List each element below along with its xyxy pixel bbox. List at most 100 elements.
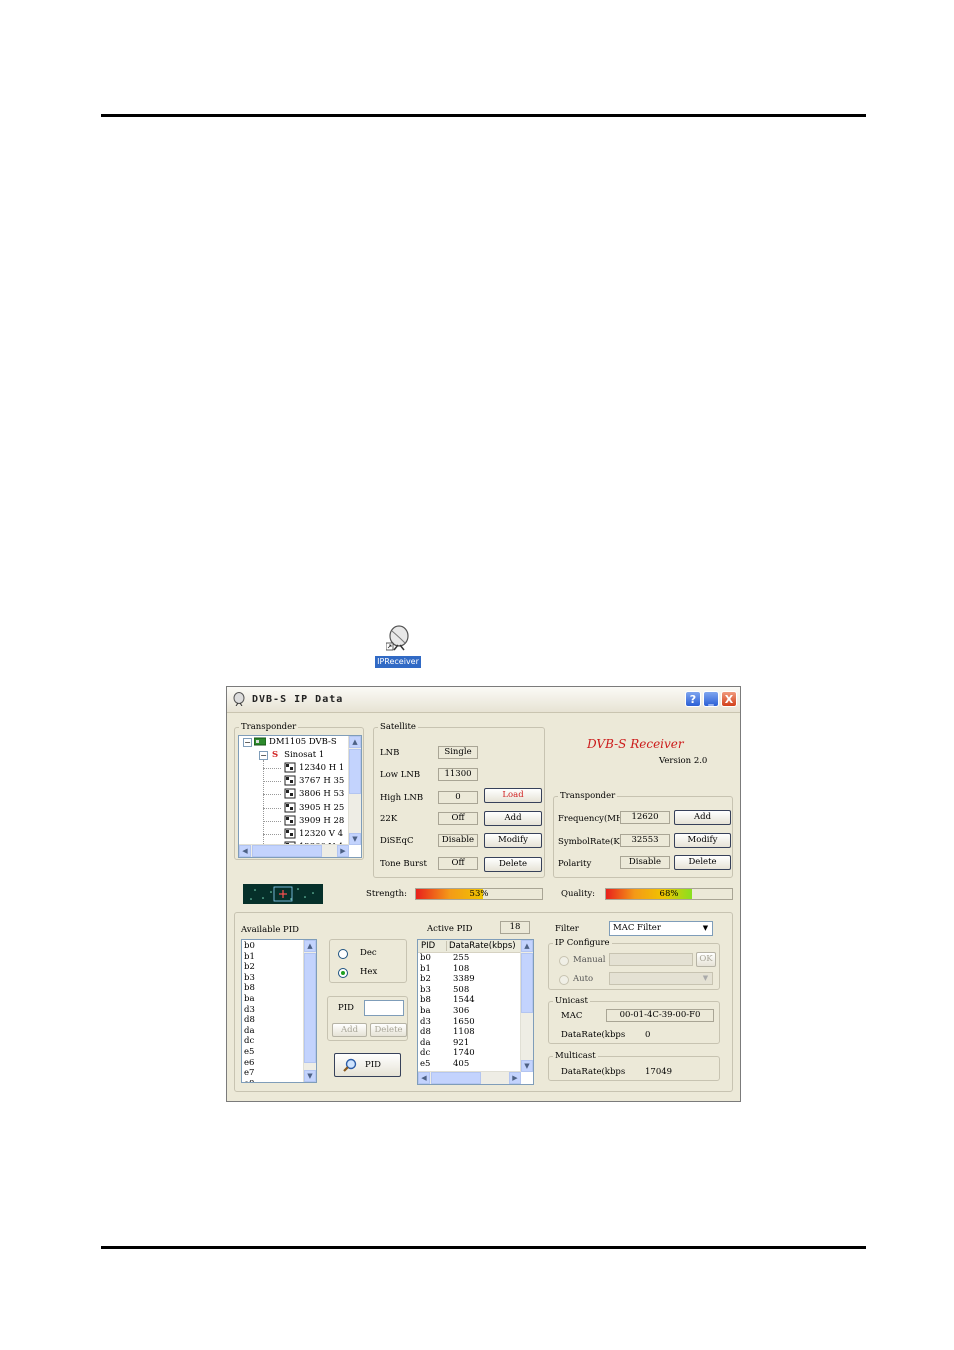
table-row[interactable]: d3 1650	[420, 1017, 520, 1028]
satellite-modify-button[interactable]: Modify	[484, 833, 542, 848]
manual-radio[interactable]	[559, 956, 569, 966]
active-pid-table[interactable]: PID DataRate(kbps) b0 255 b1 108 b2 3389 b3 508…	[417, 939, 534, 1085]
list-item[interactable]: b2	[244, 962, 255, 973]
tree-root[interactable]: DM1105 DVB-S	[254, 736, 337, 749]
auto-radio[interactable]	[559, 975, 569, 985]
table-row[interactable]: b3 508	[420, 985, 520, 996]
22k-field[interactable]: Off	[438, 812, 478, 825]
title-bar[interactable]: DVB-S IP Data ? _ X	[227, 687, 740, 713]
tree-transponder-item[interactable]: 12340 H 1	[284, 762, 344, 775]
list-item[interactable]: b8	[244, 983, 255, 994]
table-row[interactable]: b1 108	[420, 964, 520, 975]
auto-ip-select[interactable]: ▼	[609, 972, 713, 985]
list-item[interactable]: da	[244, 1026, 255, 1037]
high-lnb-field[interactable]: 0	[438, 791, 478, 804]
list-item[interactable]: e8	[244, 1079, 254, 1082]
tone-burst-field[interactable]: Off	[438, 857, 478, 870]
hex-label: Hex	[360, 967, 378, 977]
tree-transponder-item[interactable]: 3806 H 53	[284, 788, 344, 801]
tree-transponder-item[interactable]: 3909 H 28	[284, 815, 344, 828]
minimize-button[interactable]: _	[703, 691, 719, 707]
tree-hscroll[interactable]: ◀ ▶	[239, 844, 349, 857]
pid-delete-button[interactable]: Delete	[370, 1023, 407, 1037]
ip-configure-label: IP Configure	[553, 938, 612, 948]
available-pid-list[interactable]: b0b1b2b3b8bad3d8dadce5e6e7e8 ▲ ▼	[241, 939, 317, 1083]
root-expander[interactable]: −	[243, 738, 252, 747]
hscroll-thumb[interactable]	[431, 1072, 481, 1084]
list-item[interactable]: e5	[244, 1047, 254, 1058]
satellite-delete-button[interactable]: Delete	[484, 857, 542, 872]
transponder-tree[interactable]: − DM1105 DVB-S − S Sinosat 1 12340 H 1 376…	[238, 735, 362, 858]
scroll-thumb[interactable]	[349, 749, 361, 794]
list-item[interactable]: d8	[244, 1015, 255, 1026]
lnb-field[interactable]: Single	[438, 746, 478, 759]
satellite-add-button[interactable]: Add	[484, 811, 542, 826]
list-item[interactable]: dc	[244, 1036, 254, 1047]
available-pid-vscroll[interactable]: ▲ ▼	[303, 940, 316, 1082]
active-pid-vscroll[interactable]: ▲ ▼	[520, 940, 533, 1072]
list-item[interactable]: ba	[244, 994, 255, 1005]
list-item[interactable]: b0	[244, 941, 255, 952]
symbolrate-field[interactable]: 32553	[620, 834, 670, 847]
close-button[interactable]: X	[721, 691, 737, 707]
list-item[interactable]: d3	[244, 1005, 255, 1016]
scroll-up-icon[interactable]: ▲	[304, 940, 316, 952]
list-item[interactable]: e7	[244, 1068, 254, 1079]
diseqc-field[interactable]: Disable	[438, 834, 478, 847]
col-rate-header[interactable]: DataRate(kbps)	[449, 940, 516, 952]
table-row[interactable]: dc 1740	[420, 1048, 520, 1059]
pid-add-button[interactable]: Add	[332, 1023, 367, 1037]
scroll-left-icon[interactable]: ◀	[418, 1072, 430, 1084]
pid-search-button[interactable]: PID	[334, 1053, 401, 1077]
tree-connector	[263, 768, 281, 769]
scroll-right-icon[interactable]: ▶	[337, 845, 349, 857]
manual-ip-input[interactable]	[609, 953, 693, 966]
scroll-down-icon[interactable]: ▼	[349, 833, 361, 845]
frequency-field[interactable]: 12620	[620, 811, 670, 824]
list-item[interactable]: b1	[244, 952, 255, 963]
satellite-expander[interactable]: −	[259, 751, 268, 760]
transponder-add-button[interactable]: Add	[674, 810, 731, 825]
scroll-up-icon[interactable]: ▲	[349, 736, 361, 748]
transponder-modify-button[interactable]: Modify	[674, 833, 731, 848]
list-item[interactable]: e6	[244, 1058, 254, 1069]
low-lnb-field[interactable]: 11300	[438, 768, 478, 781]
load-button[interactable]: Load	[484, 788, 542, 803]
dec-radio[interactable]	[338, 949, 348, 959]
filter-select[interactable]: MAC Filter ▼	[609, 921, 713, 936]
scroll-down-icon[interactable]: ▼	[304, 1070, 316, 1082]
table-row[interactable]: b8 1544	[420, 995, 520, 1006]
scroll-thumb[interactable]	[521, 953, 533, 1013]
col-pid-header[interactable]: PID	[421, 940, 435, 952]
pid-entry-input[interactable]	[364, 1000, 404, 1016]
tree-transponder-item[interactable]: 3905 H 25	[284, 802, 344, 815]
table-row[interactable]: ba 306	[420, 1006, 520, 1017]
scroll-right-icon[interactable]: ▶	[509, 1072, 521, 1084]
tree-vscroll[interactable]: ▲ ▼	[348, 736, 361, 845]
scroll-left-icon[interactable]: ◀	[239, 845, 251, 857]
transponder-delete-button[interactable]: Delete	[674, 855, 731, 870]
table-row[interactable]: d8 1108	[420, 1027, 520, 1038]
table-row[interactable]: e5 405	[420, 1059, 520, 1070]
ip-ok-button[interactable]: OK	[696, 952, 716, 967]
scroll-up-icon[interactable]: ▲	[521, 940, 533, 952]
tree-connector	[263, 807, 281, 809]
polarity-field[interactable]: Disable	[620, 856, 670, 869]
table-cell-rate: 1740	[453, 1048, 475, 1059]
tree-transponder-item[interactable]: 12320 V 4	[284, 828, 343, 841]
scroll-down-icon[interactable]: ▼	[521, 1060, 533, 1072]
frequency-label: Frequency(MH	[558, 814, 624, 824]
table-row[interactable]: b2 3389	[420, 974, 520, 985]
list-item[interactable]: b3	[244, 973, 255, 984]
tree-transponder-item[interactable]: 3767 H 35	[284, 775, 344, 788]
scroll-thumb[interactable]	[304, 953, 316, 1063]
hscroll-thumb[interactable]	[252, 845, 322, 857]
tree-item-label: 12320 V 4	[299, 829, 343, 839]
hex-radio[interactable]	[338, 968, 348, 978]
table-row[interactable]: da 921	[420, 1038, 520, 1049]
active-pid-hscroll[interactable]: ◀ ▶	[418, 1071, 521, 1084]
table-row[interactable]: b0 255	[420, 953, 520, 964]
tree-satellite[interactable]: S Sinosat 1	[272, 749, 324, 762]
help-button[interactable]: ?	[685, 691, 701, 707]
ipreceiver-desktop-icon[interactable]: IPReceiver	[373, 625, 421, 670]
